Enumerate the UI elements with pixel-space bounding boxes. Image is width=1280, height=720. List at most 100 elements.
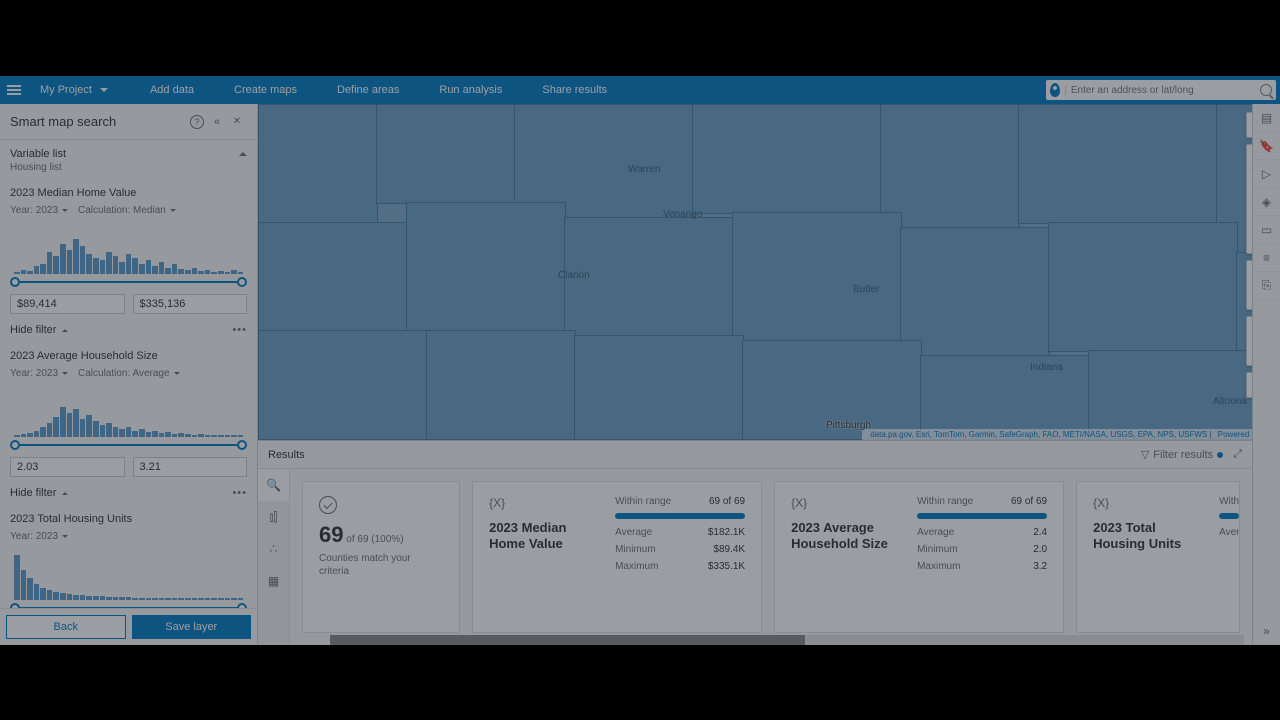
search-box[interactable]: | bbox=[1046, 80, 1276, 100]
range-min-input[interactable] bbox=[10, 294, 125, 314]
variable-icon bbox=[791, 496, 809, 514]
variable-block: 2023 Average Household Size Year: 2023 C… bbox=[10, 350, 247, 499]
stat-title: 2023 Median Home Value bbox=[489, 520, 599, 551]
filter-results-button[interactable]: ▽ Filter results bbox=[1141, 448, 1223, 461]
tab-table-icon[interactable]: ▦ bbox=[258, 565, 289, 597]
search-input[interactable] bbox=[1071, 85, 1260, 96]
save-layer-button[interactable]: Save layer bbox=[132, 615, 252, 639]
help-icon: ? bbox=[190, 115, 204, 129]
variable-list-sub: Housing list bbox=[10, 162, 247, 173]
results-header: Results ▽ Filter results ⤢ bbox=[258, 441, 1252, 469]
stat-row: Average$182.1K bbox=[615, 527, 745, 538]
stat-title: 2023 Average Household Size bbox=[791, 520, 901, 551]
filter-icon: ▽ bbox=[1141, 448, 1149, 461]
variable-icon bbox=[1093, 496, 1111, 514]
divider: | bbox=[1064, 84, 1067, 96]
variable-list-header[interactable]: Variable list bbox=[10, 148, 247, 160]
calc-dropdown[interactable]: Calculation: Average bbox=[78, 368, 180, 379]
results-scrollbar[interactable] bbox=[330, 635, 1244, 645]
year-dropdown[interactable]: Year: 2023 bbox=[10, 368, 68, 379]
check-icon bbox=[319, 496, 337, 514]
range-bar bbox=[1219, 513, 1239, 519]
sidebar-body: Variable list Housing list 2023 Median H… bbox=[0, 140, 257, 608]
rail-collapse-icon[interactable]: » bbox=[1253, 617, 1280, 645]
tab-search-icon[interactable]: 🔍 bbox=[258, 469, 289, 501]
match-count: 69 bbox=[319, 522, 343, 547]
results-panel: Results ▽ Filter results ⤢ 🔍 ⫾⫿ ∴ ▦ 69 o… bbox=[258, 440, 1252, 645]
histogram bbox=[10, 387, 247, 437]
range-max-input[interactable] bbox=[133, 294, 248, 314]
sidebar-title: Smart map search bbox=[10, 114, 187, 129]
nav-tabs: Add data Create maps Define areas Run an… bbox=[150, 84, 607, 96]
variable-title: 2023 Total Housing Units bbox=[10, 513, 247, 525]
map-canvas[interactable]: data.pa.gov, Esri, TomTom, Garmin, SafeG… bbox=[258, 104, 1280, 440]
variable-title: 2023 Median Home Value bbox=[10, 187, 247, 199]
summary-desc: Counties match your criteria bbox=[319, 552, 443, 578]
right-rail: ▤ 🔖 ▷ ◈ ▭ ≡ ⎘ » bbox=[1252, 104, 1280, 645]
expand-results-button[interactable]: ⤢ bbox=[1233, 448, 1242, 461]
nav-add-data[interactable]: Add data bbox=[150, 84, 194, 96]
stat-row: Average2.4 bbox=[917, 527, 1047, 538]
rail-select-icon[interactable]: ▭ bbox=[1253, 216, 1280, 244]
collapse-button[interactable] bbox=[207, 112, 227, 132]
hamburger-icon[interactable] bbox=[0, 76, 28, 104]
summary-card: 69 of 69 (100%) Counties match your crit… bbox=[302, 481, 460, 633]
results-cards: 69 of 69 (100%) Counties match your crit… bbox=[290, 469, 1252, 645]
nav-run-analysis[interactable]: Run analysis bbox=[439, 84, 502, 96]
sidebar: Smart map search ? Variable list Housing… bbox=[0, 104, 258, 645]
chevron-down-icon bbox=[100, 88, 108, 92]
rail-bookmark-icon[interactable]: 🔖 bbox=[1253, 132, 1280, 160]
range-min-input[interactable] bbox=[10, 457, 125, 477]
year-dropdown[interactable]: Year: 2023 bbox=[10, 531, 68, 542]
variable-block: 2023 Total Housing Units Year: 2023 bbox=[10, 513, 247, 608]
range-slider[interactable] bbox=[10, 439, 247, 451]
help-button[interactable]: ? bbox=[187, 112, 207, 132]
variable-block: 2023 Median Home Value Year: 2023 Calcul… bbox=[10, 187, 247, 336]
more-icon[interactable]: ••• bbox=[232, 324, 247, 336]
rail-location-icon[interactable]: ◈ bbox=[1253, 188, 1280, 216]
nav-create-maps[interactable]: Create maps bbox=[234, 84, 297, 96]
tab-chart-icon[interactable]: ⫾⫿ bbox=[258, 501, 289, 533]
year-dropdown[interactable]: Year: 2023 bbox=[10, 205, 68, 216]
back-button[interactable]: Back bbox=[6, 615, 126, 639]
sidebar-header: Smart map search ? bbox=[0, 104, 257, 140]
more-icon[interactable]: ••• bbox=[232, 487, 247, 499]
range-bar bbox=[917, 513, 1047, 519]
rail-layers-icon[interactable]: ▤ bbox=[1253, 104, 1280, 132]
stat-row: Minimum$89.4K bbox=[615, 544, 745, 555]
rail-list-icon[interactable]: ≡ bbox=[1253, 244, 1280, 272]
results-view-tabs: 🔍 ⫾⫿ ∴ ▦ bbox=[258, 469, 290, 645]
rail-measure-icon[interactable]: ▷ bbox=[1253, 160, 1280, 188]
range-slider[interactable] bbox=[10, 602, 247, 608]
pin-icon bbox=[1050, 83, 1060, 97]
project-label: My Project bbox=[40, 84, 92, 96]
histogram bbox=[10, 224, 247, 274]
range-max-input[interactable] bbox=[133, 457, 248, 477]
range-bar bbox=[615, 513, 745, 519]
stat-card: 2023 Total Housing Units With Aver bbox=[1076, 481, 1240, 633]
project-dropdown[interactable]: My Project bbox=[28, 84, 120, 96]
nav-share-results[interactable]: Share results bbox=[542, 84, 607, 96]
topbar: My Project Add data Create maps Define a… bbox=[0, 76, 1280, 104]
variable-icon bbox=[489, 496, 507, 514]
map-attribution: data.pa.gov, Esri, TomTom, Garmin, SafeG… bbox=[862, 429, 1280, 440]
stat-card: 2023 Median Home Value Within range69 of… bbox=[472, 481, 762, 633]
calc-dropdown[interactable]: Calculation: Median bbox=[78, 205, 176, 216]
hide-filter-toggle[interactable]: Hide filter••• bbox=[10, 487, 247, 499]
close-button[interactable] bbox=[227, 112, 247, 132]
stat-row: Aver bbox=[1219, 527, 1239, 538]
rail-export-icon[interactable]: ⎘ bbox=[1253, 272, 1280, 300]
range-slider[interactable] bbox=[10, 276, 247, 288]
within-range-row: Within range69 of 69 bbox=[917, 496, 1047, 507]
tab-scatter-icon[interactable]: ∴ bbox=[258, 533, 289, 565]
hide-filter-toggle[interactable]: Hide filter••• bbox=[10, 324, 247, 336]
variable-title: 2023 Average Household Size bbox=[10, 350, 247, 362]
nav-define-areas[interactable]: Define areas bbox=[337, 84, 399, 96]
stat-row: Maximum3.2 bbox=[917, 561, 1047, 572]
sidebar-footer: Back Save layer bbox=[0, 608, 257, 645]
search-icon[interactable] bbox=[1260, 84, 1272, 96]
variable-list-label: Variable list bbox=[10, 148, 66, 160]
stat-row: Maximum$335.1K bbox=[615, 561, 745, 572]
results-title: Results bbox=[268, 449, 305, 461]
content: data.pa.gov, Esri, TomTom, Garmin, SafeG… bbox=[258, 104, 1280, 645]
